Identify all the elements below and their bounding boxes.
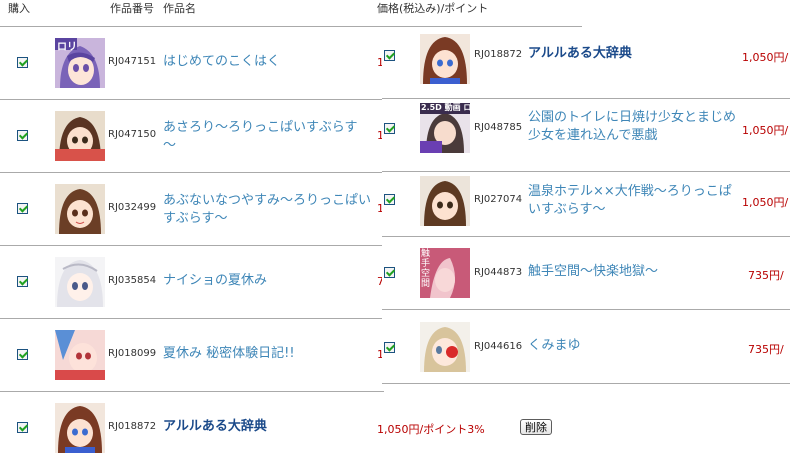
product-code: RJ044616 [474,341,523,352]
list-item: RJ044616 くみまゆ 735円/ [382,310,790,384]
product-title-link[interactable]: アルルある大辞典 [528,45,738,63]
purchase-checkbox[interactable] [17,276,28,287]
purchase-checkbox[interactable] [17,203,28,214]
product-price: 735円/ [748,269,784,282]
product-thumbnail[interactable]: ロリ [55,38,105,88]
product-thumbnail[interactable] [420,34,470,84]
product-thumbnail[interactable] [420,322,470,372]
product-code: RJ018872 [108,421,157,432]
purchase-checkbox[interactable] [384,342,395,353]
product-title-link[interactable]: ナイショの夏休み [163,272,373,290]
purchase-checkbox[interactable] [17,349,28,360]
product-price: 1,050円/ [742,51,789,64]
product-title-link[interactable]: あさろり～ろりっこぱいすぶらす～ [163,119,368,155]
product-title-link[interactable]: 温泉ホテル××大作戦～ろりっこぱいすぶらす～ [528,183,740,219]
product-price: 735円/ [748,343,784,356]
table-row: RJ018099 夏休み 秘密体験日記!! 1 [0,319,384,392]
product-code: RJ048785 [474,122,523,133]
product-title-link[interactable]: 夏休み 秘密体験日記!! [163,345,373,363]
product-title-link[interactable]: あぶないなつやすみ～ろりっこぱいすぶらす～ [163,192,371,228]
product-price: 1,050円/ポイント3% [377,423,485,436]
product-code: RJ044873 [474,267,523,278]
product-thumbnail[interactable] [55,111,105,161]
purchase-checkbox[interactable] [384,267,395,278]
product-title-link[interactable]: くみまゆ [528,337,740,355]
product-price: 1,050円/ [742,196,789,209]
thumbnail-badge: ロリ [57,42,77,53]
thumbnail-badge: 2.5D 動画 ロリ動画 [421,103,470,112]
product-code: RJ018099 [108,348,157,359]
purchase-checkbox[interactable] [17,57,28,68]
product-thumbnail[interactable] [55,257,105,307]
table-row: RJ032499 あぶないなつやすみ～ろりっこぱいすぶらす～ 1 [0,173,384,246]
product-title-link[interactable]: アルルある大辞典 [163,418,373,436]
header-product-name: 作品名 [163,2,196,15]
list-item: 2.5D 動画 ロリ動画 RJ048785 公園のトイレに日焼け少女とまじめ少女… [382,99,790,172]
product-thumbnail[interactable] [55,403,105,453]
product-thumbnail[interactable] [55,184,105,234]
thumbnail-badge: 触手空間 [421,249,431,289]
purchase-checkbox[interactable] [384,50,395,61]
product-thumbnail[interactable]: 触手空間 [420,248,470,298]
product-code: RJ032499 [108,202,157,213]
purchase-checkbox[interactable] [17,422,28,433]
product-title-link[interactable]: 触手空間～快楽地獄～ [528,263,740,281]
product-thumbnail[interactable]: 2.5D 動画 ロリ動画 [420,103,470,153]
product-code: RJ047150 [108,129,157,140]
product-title-link[interactable]: 公園のトイレに日焼け少女とまじめ少女を連れ込んで悪戯 [528,109,740,145]
table-row: RJ035854 ナイショの夏休み 7 [0,246,384,319]
header-product-number: 作品番号 [110,2,154,15]
product-thumbnail[interactable] [420,176,470,226]
table-row: RJ047150 あさろり～ろりっこぱいすぶらす～ 1 [0,100,384,173]
product-title-link[interactable]: はじめてのこくはく [163,53,378,71]
product-code: RJ018872 [474,49,523,60]
header-price: 価格(税込み)/ポイント [377,2,489,15]
product-price: 1,050円/ [742,124,789,137]
purchase-checkbox[interactable] [17,130,28,141]
overlay-cart-list: RJ018872 アルルある大辞典 1,050円/ 2.5D 動画 ロリ動画 R… [382,28,790,384]
list-item: 触手空間 RJ044873 触手空間～快楽地獄～ 735円/ [382,237,790,310]
purchase-checkbox[interactable] [384,194,395,205]
purchase-checkbox[interactable] [384,123,395,134]
delete-button[interactable]: 削除 [520,419,552,435]
list-item: RJ018872 アルルある大辞典 1,050円/ [382,28,790,99]
table-row: RJ018872 アルルある大辞典 1,050円/ポイント3% 削除 [0,392,582,454]
product-thumbnail[interactable] [55,330,105,380]
table-row: ロリ RJ047151 はじめてのこくはく 1 [0,27,384,100]
list-item: RJ027074 温泉ホテル××大作戦～ろりっこぱいすぶらす～ 1,050円/ [382,172,790,237]
product-code: RJ027074 [474,194,523,205]
product-code: RJ047151 [108,56,157,67]
product-code: RJ035854 [108,275,157,286]
header-purchase: 購入 [8,2,30,15]
